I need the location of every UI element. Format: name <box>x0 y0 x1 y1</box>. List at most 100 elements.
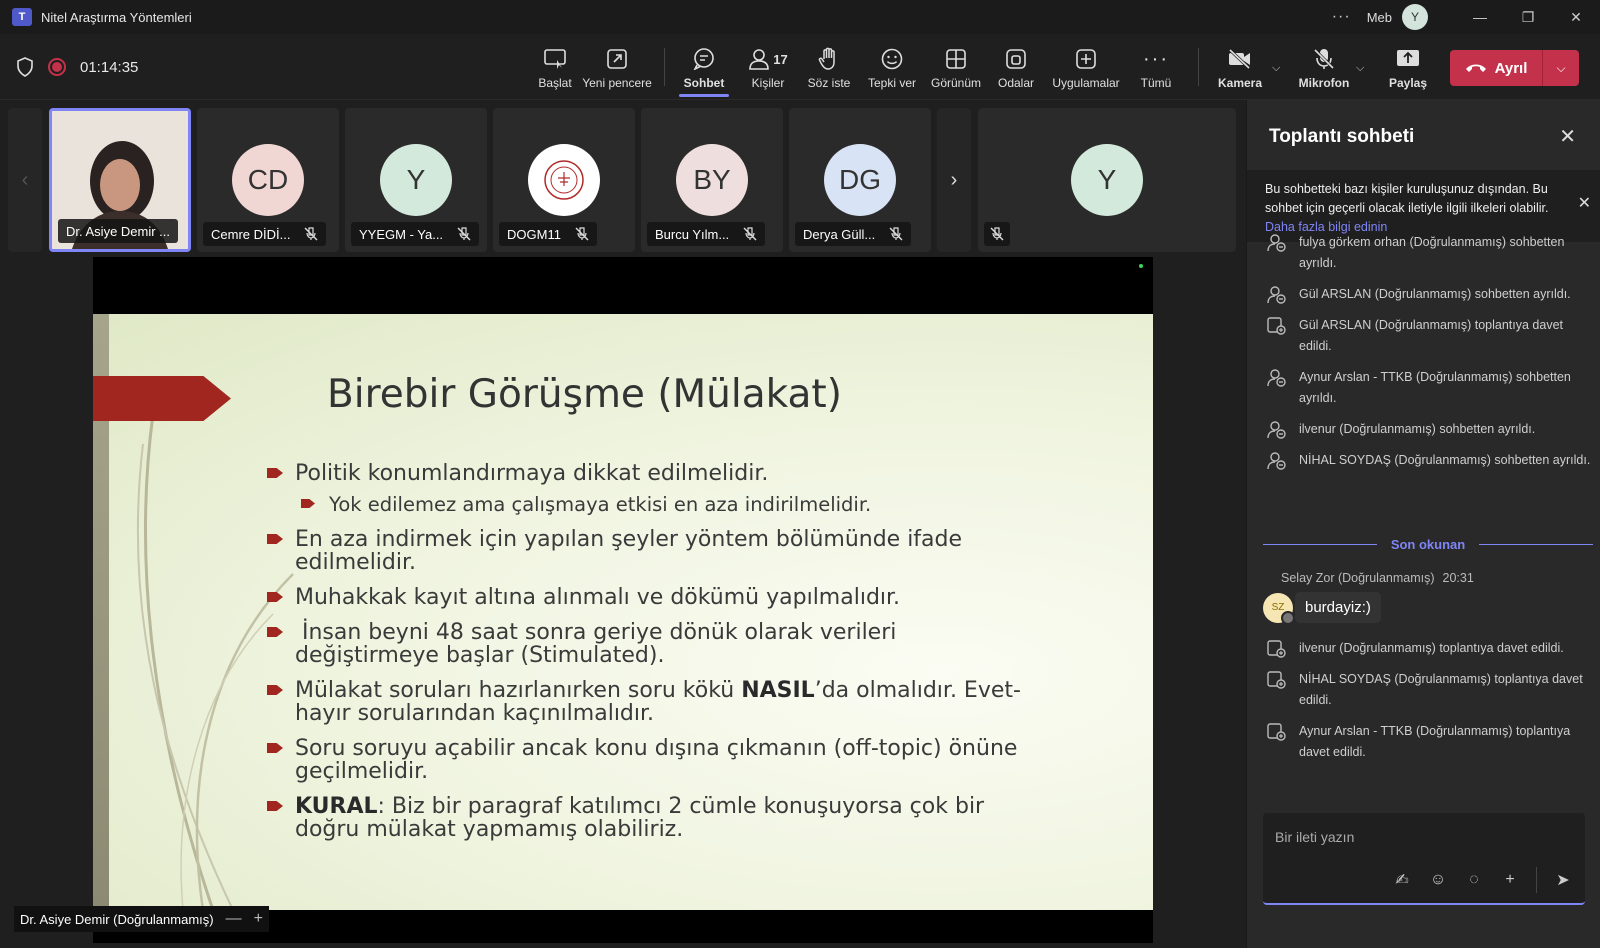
participant-tile[interactable]: Y YYEGM - Ya... <box>345 108 487 252</box>
message-bubble: burdayiz:) <box>1295 592 1381 623</box>
leave-button[interactable]: Ayrıl ⌵ <box>1450 50 1579 86</box>
zoom-out-icon[interactable]: — <box>226 910 242 928</box>
recording-indicator-icon <box>48 58 66 76</box>
react-button[interactable]: Tepki ver <box>864 34 920 100</box>
calendar-invite-icon <box>1267 640 1286 658</box>
leave-options-chevron-icon[interactable]: ⌵ <box>1543 61 1579 76</box>
calendar-invite-icon <box>1267 671 1286 689</box>
chat-event: Gül ARSLAN (Doğrulanmamış) toplantıya da… <box>1263 315 1593 357</box>
self-view-tile[interactable]: Y <box>978 108 1236 252</box>
chat-event: Aynur Arslan - TTKB (Doğrulanmamış) sohb… <box>1263 367 1593 409</box>
send-icon[interactable]: ➤ <box>1553 870 1573 890</box>
add-apps-icon <box>1075 44 1097 74</box>
rooms-icon <box>1005 44 1027 74</box>
participant-tile[interactable]: DOGM11 <box>493 108 635 252</box>
shared-screen[interactable]: Birebir Görüşme (Mülakat) Politik konuml… <box>93 257 1153 943</box>
slide-bullet: KURAL: Biz bir paragraf katılımcı 2 cüml… <box>265 795 1045 841</box>
strip-next-button[interactable]: › <box>937 108 971 252</box>
person-left-icon <box>1267 286 1286 304</box>
presenter-label: Dr. Asiye Demir (Doğrulanmamış) — + <box>14 906 269 932</box>
self-avatar: Y <box>1071 144 1143 216</box>
participant-tile[interactable]: DG Derya Güll... <box>789 108 931 252</box>
share-button[interactable]: Paylaş <box>1380 34 1436 100</box>
chat-button[interactable]: Sohbet <box>678 34 730 100</box>
message-input[interactable] <box>1275 825 1565 849</box>
emoji-icon[interactable]: ☺ <box>1428 870 1448 890</box>
minimize-button[interactable]: — <box>1456 0 1504 34</box>
people-button[interactable]: 17 Kişiler <box>742 34 794 100</box>
participant-name: Cemre DİDİ... <box>203 222 327 246</box>
dismiss-notice-icon[interactable]: ✕ <box>1578 194 1591 213</box>
chat-event: ilvenur (Doğrulanmamış) sohbetten ayrıld… <box>1263 419 1593 440</box>
emoji-icon <box>881 44 903 74</box>
message-composer: ✍ ☺ ◌ + ➤ <box>1263 813 1585 905</box>
add-icon[interactable]: + <box>1500 870 1520 890</box>
more-options-icon[interactable]: ··· <box>1332 8 1351 26</box>
slide-bullet: Soru soruyu açabilir ancak konu dışına ç… <box>265 737 1045 783</box>
zoom-in-icon[interactable]: + <box>254 910 263 928</box>
restore-button[interactable]: ❐ <box>1504 0 1552 34</box>
chat-event: fulya görkem orhan (Doğrulanmamış) sohbe… <box>1263 232 1593 274</box>
slide-bullet: En aza indirmek için yapılan şeyler yönt… <box>265 528 1045 574</box>
participant-tile[interactable]: Dr. Asiye Demir ... <box>49 108 191 252</box>
presence-dot-icon <box>1139 264 1143 268</box>
participant-name: Derya Güll... <box>795 222 912 246</box>
chat-icon <box>692 44 716 74</box>
slide-bullet: Politik konumlandırmaya dikkat edilmelid… <box>265 462 1045 485</box>
mic-off-icon <box>990 227 1004 241</box>
participant-strip: ‹ Dr. Asiye Demir ... CD Cemre DİDİ... Y… <box>8 108 1238 252</box>
participant-tile[interactable]: CD Cemre DİDİ... <box>197 108 339 252</box>
account-name[interactable]: Meb <box>1367 10 1392 25</box>
close-window-button[interactable]: ✕ <box>1552 0 1600 34</box>
slide-title: Birebir Görüşme (Mülakat) <box>327 372 842 417</box>
participant-avatar: CD <box>232 144 304 216</box>
title-arrow-decoration <box>93 376 231 421</box>
view-button[interactable]: Görünüm <box>928 34 984 100</box>
chevron-left-icon: ‹ <box>21 168 29 191</box>
shield-icon[interactable] <box>16 57 34 77</box>
chat-event: NİHAL SOYDAŞ (Doğrulanmamış) toplantıya … <box>1263 669 1593 711</box>
mic-off-icon <box>457 227 471 241</box>
raise-hand-button[interactable]: Söz iste <box>802 34 856 100</box>
message-author: Selay Zor (Doğrulanmamış) <box>1281 571 1435 585</box>
chat-event: NİHAL SOYDAŞ (Doğrulanmamış) sohbetten a… <box>1263 450 1593 471</box>
camera-button[interactable]: Kamera <box>1212 34 1268 100</box>
whiteboard-icon <box>543 44 567 74</box>
start-button[interactable]: Başlat <box>525 34 585 100</box>
hand-icon <box>818 44 840 74</box>
close-icon[interactable]: ✕ <box>1559 124 1576 149</box>
ellipsis-icon: ··· <box>1143 47 1169 70</box>
mic-off-icon <box>889 227 903 241</box>
toolbar-divider <box>1198 48 1199 86</box>
strip-prev-button[interactable]: ‹ <box>8 108 42 252</box>
slide-bullet: İnsan beyni 48 saat sonra geriye dönük o… <box>265 621 1045 667</box>
slide-bullets: Politik konumlandırmaya dikkat edilmelid… <box>265 462 1045 853</box>
account-avatar[interactable]: Y <box>1402 4 1428 30</box>
composer-tools: ✍ ☺ ◌ + ➤ <box>1392 867 1573 893</box>
self-mic-status <box>984 222 1010 246</box>
mic-off-icon <box>304 227 318 241</box>
new-window-button[interactable]: Yeni pencere <box>577 34 657 100</box>
presentation-slide: Birebir Görüşme (Mülakat) Politik konuml… <box>93 314 1153 910</box>
participant-name: YYEGM - Ya... <box>351 222 480 246</box>
message-meta: Selay Zor (Doğrulanmamış) 20:31 <box>1281 571 1474 585</box>
format-text-icon[interactable]: ✍ <box>1392 870 1412 890</box>
teams-logo-icon: T <box>12 8 32 26</box>
meeting-timer: 01:14:35 <box>80 58 139 76</box>
chat-event: Aynur Arslan - TTKB (Doğrulanmamış) topl… <box>1263 721 1593 763</box>
slide-sub-bullet: Yok edilemez ama çalışmaya etkisi en aza… <box>265 493 1045 516</box>
message-avatar: SZ <box>1263 592 1295 625</box>
people-count: 17 <box>773 51 788 67</box>
more-button[interactable]: ··· Tümü <box>1132 34 1180 100</box>
mic-options-chevron-icon[interactable]: ⌵ <box>1356 62 1364 75</box>
participant-avatar: DG <box>824 144 896 216</box>
people-icon: 17 <box>748 44 788 74</box>
calendar-invite-icon <box>1267 317 1286 335</box>
chat-message[interactable]: SZ burdayiz:) <box>1263 592 1381 625</box>
camera-options-chevron-icon[interactable]: ⌵ <box>1272 62 1280 75</box>
apps-button[interactable]: Uygulamalar <box>1046 34 1126 100</box>
rooms-button[interactable]: Odalar <box>992 34 1040 100</box>
participant-tile[interactable]: BY Burcu Yılm... <box>641 108 783 252</box>
loop-component-icon[interactable]: ◌ <box>1464 870 1484 890</box>
microphone-button[interactable]: Mikrofon <box>1292 34 1356 100</box>
